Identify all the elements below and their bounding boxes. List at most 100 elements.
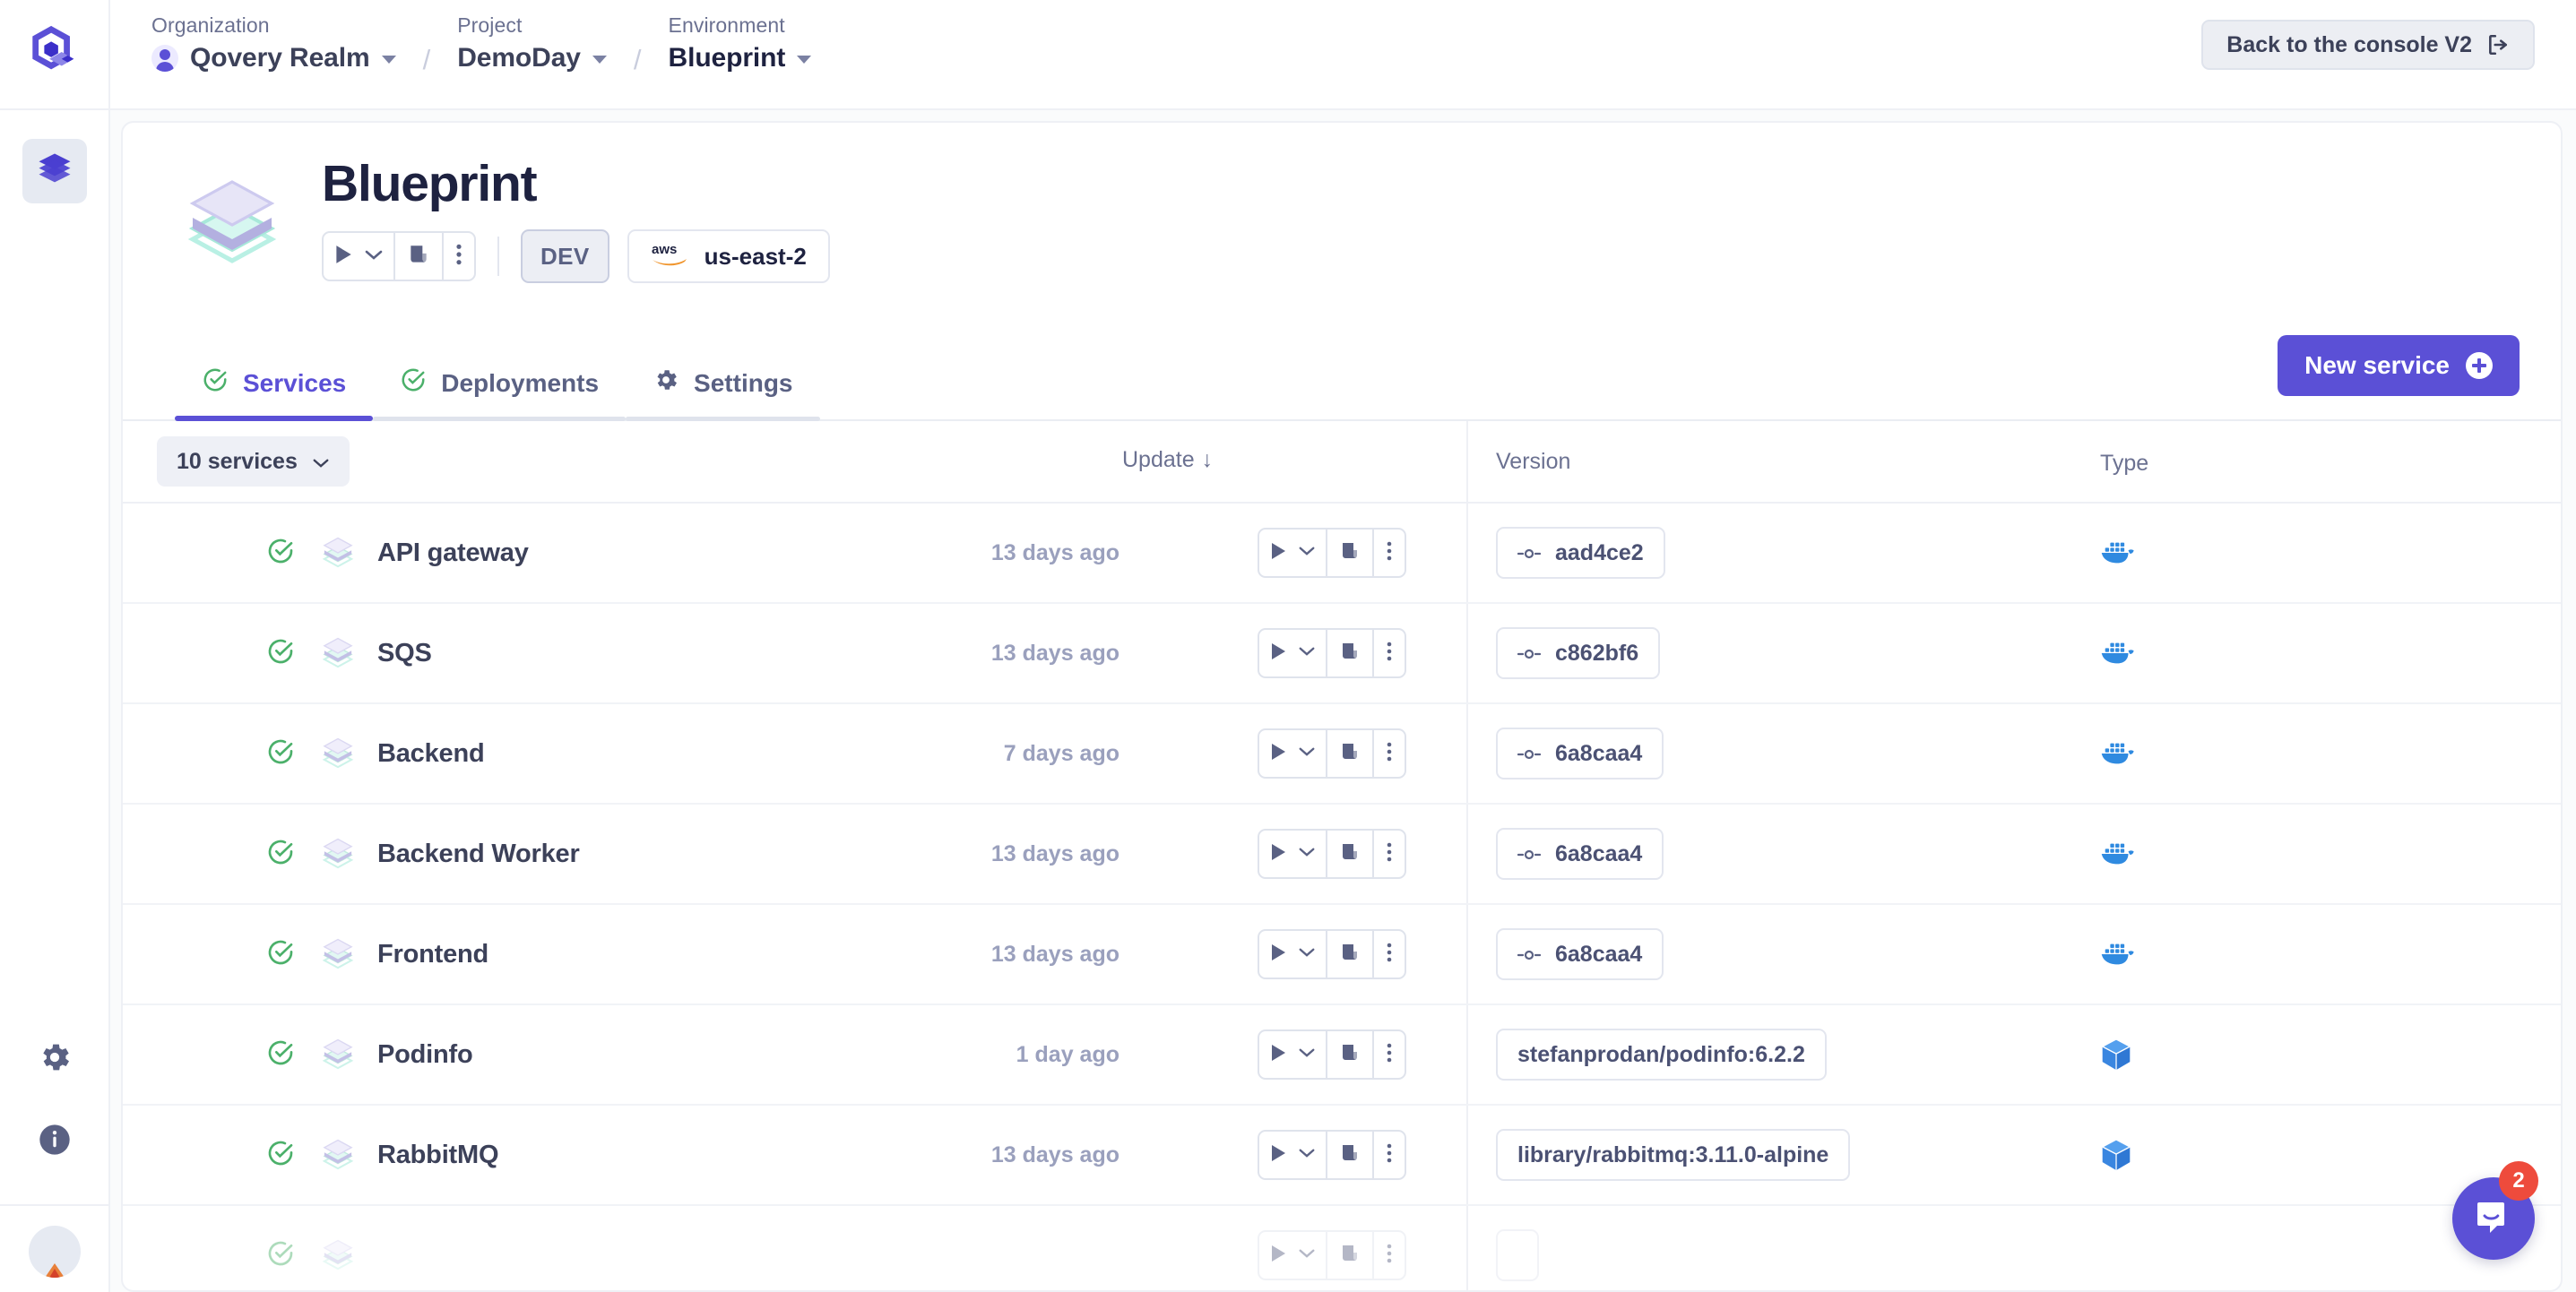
row-logs-button[interactable] <box>1327 931 1374 978</box>
cloud-region-badge[interactable]: aws us-east-2 <box>627 229 830 283</box>
docker-icon <box>2100 939 2138 969</box>
row-play-button[interactable] <box>1259 1132 1327 1178</box>
row-actions <box>1258 728 1406 779</box>
row-logs-button[interactable] <box>1327 1031 1374 1078</box>
avatar[interactable] <box>29 1226 81 1278</box>
status-badge <box>266 938 300 971</box>
service-cube-icon <box>318 533 358 573</box>
breadcrumb-environment: Environment Blueprint <box>669 13 812 73</box>
row-more-menu-button[interactable] <box>1374 1031 1405 1078</box>
row-logs-button[interactable] <box>1327 730 1374 777</box>
environment-mode-badge[interactable]: DEV <box>521 229 609 283</box>
service-name[interactable]: Backend Worker <box>377 840 580 869</box>
table-row[interactable]: API gateway13 days agoaad4ce2 <box>123 504 2561 604</box>
version-badge[interactable]: 6a8caa4 <box>1496 728 1664 780</box>
row-play-button[interactable] <box>1259 931 1327 978</box>
breadcrumb-environment-selector[interactable]: Blueprint <box>669 43 812 73</box>
table-row[interactable]: Backend Worker13 days ago6a8caa4 <box>123 805 2561 905</box>
row-play-button[interactable] <box>1259 630 1327 676</box>
version-badge[interactable]: 6a8caa4 <box>1496 828 1664 880</box>
version-badge[interactable] <box>1496 1229 1539 1281</box>
breadcrumb-organization-selector[interactable]: Qovery Realm <box>151 43 396 73</box>
service-update-time: 13 days ago <box>991 1142 1119 1168</box>
table-row[interactable]: SQS13 days agoc862bf6 <box>123 604 2561 704</box>
row-more-menu-button[interactable] <box>1374 831 1405 877</box>
service-name[interactable]: Backend <box>377 739 485 769</box>
breadcrumb-project-selector[interactable]: DemoDay <box>457 43 607 73</box>
tab-services[interactable]: Services <box>175 366 373 419</box>
row-more-menu-button[interactable] <box>1374 931 1405 978</box>
play-icon <box>1269 943 1287 967</box>
row-play-button[interactable] <box>1259 530 1327 576</box>
sidebar-item-environments[interactable] <box>22 139 87 203</box>
service-cube-icon <box>318 834 358 874</box>
row-logs-button[interactable] <box>1327 1232 1374 1279</box>
qovery-logo-cell[interactable] <box>0 0 110 109</box>
row-play-button[interactable] <box>1259 831 1327 877</box>
tab-deployments-label: Deployments <box>441 369 599 398</box>
version-badge[interactable]: library/rabbitmq:3.11.0-alpine <box>1496 1129 1850 1181</box>
vertical-dots-icon <box>1386 1042 1393 1068</box>
docker-icon <box>2100 839 2138 869</box>
logs-scroll-icon <box>1339 1042 1361 1068</box>
table-row[interactable]: RabbitMQ 13 days ago library/rabbitmq:3.11… <box>123 1106 2561 1206</box>
version-badge[interactable]: 6a8caa4 <box>1496 928 1664 980</box>
row-more-menu-button[interactable] <box>1374 630 1405 676</box>
service-name[interactable]: Podinfo <box>377 1040 473 1070</box>
table-row[interactable]: Backend7 days ago6a8caa4 <box>123 704 2561 805</box>
service-name[interactable]: SQS <box>377 639 432 668</box>
row-logs-button[interactable] <box>1327 630 1374 676</box>
status-badge <box>266 537 300 570</box>
services-count-filter[interactable]: 10 services <box>157 436 350 487</box>
environment-cube-icon <box>175 164 290 279</box>
row-logs-button[interactable] <box>1327 1132 1374 1178</box>
table-row[interactable] <box>123 1206 2561 1292</box>
vertical-dots-icon <box>1386 841 1393 867</box>
row-action-group <box>1258 628 1406 678</box>
table-row[interactable]: Frontend13 days ago6a8caa4 <box>123 905 2561 1005</box>
layers-icon <box>36 151 73 193</box>
back-to-console-v2-button[interactable]: Back to the console V2 <box>2201 20 2535 70</box>
row-logs-button[interactable] <box>1327 831 1374 877</box>
chevron-down-icon <box>1298 946 1316 962</box>
service-name[interactable]: API gateway <box>377 538 529 568</box>
row-more-menu-button[interactable] <box>1374 730 1405 777</box>
tab-settings[interactable]: Settings <box>626 366 819 419</box>
logs-button[interactable] <box>395 233 444 280</box>
version-label: stefanprodan/podinfo:6.2.2 <box>1517 1042 1805 1068</box>
row-play-button[interactable] <box>1259 730 1327 777</box>
version-label: aad4ce2 <box>1555 540 1644 566</box>
row-play-button[interactable] <box>1259 1232 1327 1279</box>
play-button[interactable] <box>324 233 395 280</box>
row-play-button[interactable] <box>1259 1031 1327 1078</box>
column-header-update[interactable]: Update ↓ <box>1122 447 1213 473</box>
chevron-down-icon <box>1298 645 1316 661</box>
info-icon[interactable] <box>37 1122 73 1158</box>
row-more-menu-button[interactable] <box>1374 1232 1405 1279</box>
table-row[interactable]: Podinfo1 day agostefanprodan/podinfo:6.2… <box>123 1005 2561 1106</box>
version-badge[interactable]: stefanprodan/podinfo:6.2.2 <box>1496 1029 1827 1081</box>
logs-scroll-icon <box>1339 741 1361 767</box>
version-badge[interactable]: c862bf6 <box>1496 627 1660 679</box>
row-action-group <box>1258 1029 1406 1080</box>
service-name[interactable]: RabbitMQ <box>377 1141 498 1170</box>
service-name[interactable]: Frontend <box>377 940 488 969</box>
service-cube-icon <box>318 1135 358 1175</box>
chevron-down-icon <box>1298 1247 1316 1263</box>
breadcrumb-project: Project DemoDay <box>457 13 607 73</box>
docker-icon <box>2100 538 2138 568</box>
new-service-button[interactable]: New service <box>2278 335 2520 396</box>
gear-icon <box>653 366 679 400</box>
column-header-update-label: Update <box>1122 447 1195 473</box>
row-more-menu-button[interactable] <box>1374 1132 1405 1178</box>
play-icon <box>1269 642 1287 666</box>
tab-deployments[interactable]: Deployments <box>373 366 626 419</box>
vertical-dots-icon <box>455 243 462 271</box>
vertical-dots-icon <box>1386 1243 1393 1269</box>
row-logs-button[interactable] <box>1327 530 1374 576</box>
logs-scroll-icon <box>1339 540 1361 566</box>
gear-icon[interactable] <box>37 1039 73 1075</box>
version-badge[interactable]: aad4ce2 <box>1496 527 1665 579</box>
row-more-menu-button[interactable] <box>1374 530 1405 576</box>
more-menu-button[interactable] <box>444 233 474 280</box>
